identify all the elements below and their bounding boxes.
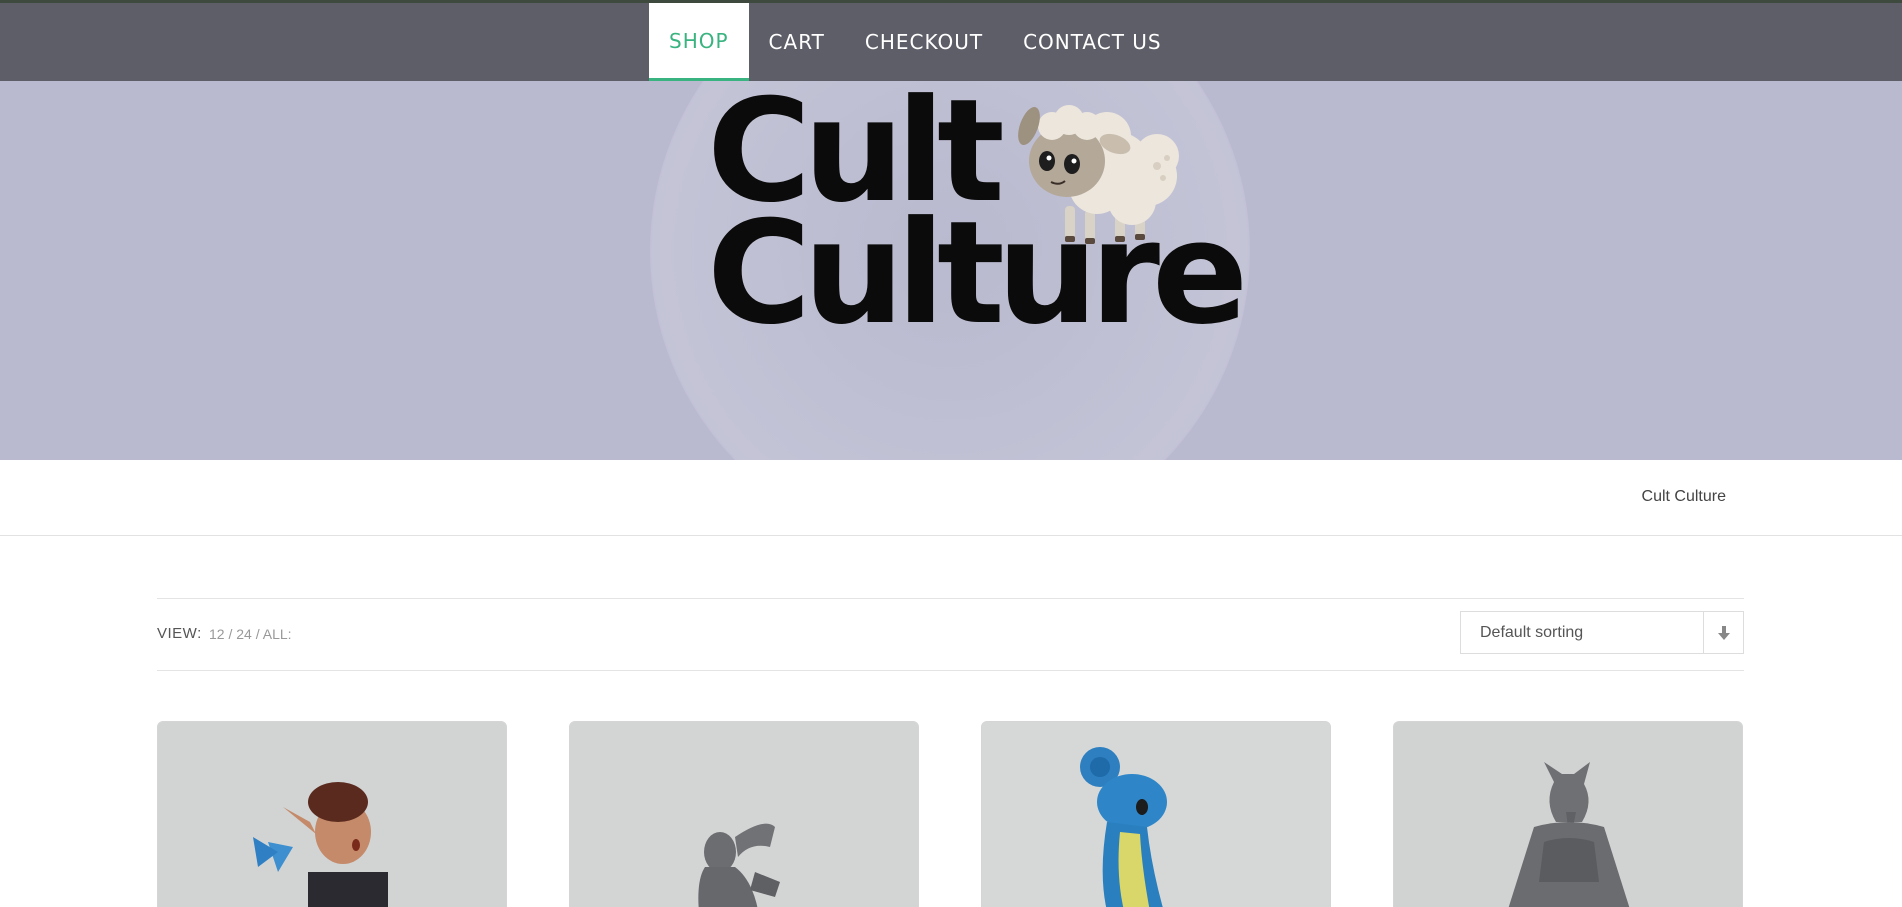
site-logo[interactable]: Cult Culture [700,81,1260,371]
sheep-icon [1018,105,1179,244]
product-image-blue-creature [982,722,1330,907]
product-card[interactable] [157,721,507,907]
arrow-down-icon [1703,612,1743,653]
breadcrumb[interactable]: Cult Culture [1642,488,1726,506]
nav-item-checkout[interactable]: CHECKOUT [845,3,1003,81]
nav-item-cart[interactable]: CART [749,3,845,81]
view-option-all[interactable]: ALL: [263,626,292,642]
hero-banner: Cult Culture [0,81,1902,460]
breadcrumb-bar: Cult Culture [0,460,1902,536]
view-label: VIEW: [157,625,202,642]
nav-item-contact-us[interactable]: CONTACT US [1003,3,1182,81]
nav-item-shop[interactable]: SHOP [649,3,749,81]
product-image-elf-archer [158,722,506,907]
shop-toolbar: VIEW: 12 / 24 / ALL: Default sorting [157,598,1744,671]
sorting-value: Default sorting [1480,623,1584,641]
main-nav: SHOP CART CHECKOUT CONTACT US [649,3,1182,81]
view-options: 12 / 24 / ALL: [209,626,292,642]
product-card[interactable] [1393,721,1743,907]
product-grid [157,721,1744,907]
view-separator: / [255,626,260,642]
top-navbar: SHOP CART CHECKOUT CONTACT US [0,3,1902,81]
view-option-24[interactable]: 24 [236,626,252,642]
view-separator: / [228,626,233,642]
sorting-select[interactable]: Default sorting [1460,611,1744,654]
view-option-12[interactable]: 12 [209,626,225,642]
product-image-crouching-warrior [570,722,918,907]
product-image-wolf-cloaked [1394,722,1742,907]
product-card[interactable] [569,721,919,907]
product-card[interactable] [981,721,1331,907]
